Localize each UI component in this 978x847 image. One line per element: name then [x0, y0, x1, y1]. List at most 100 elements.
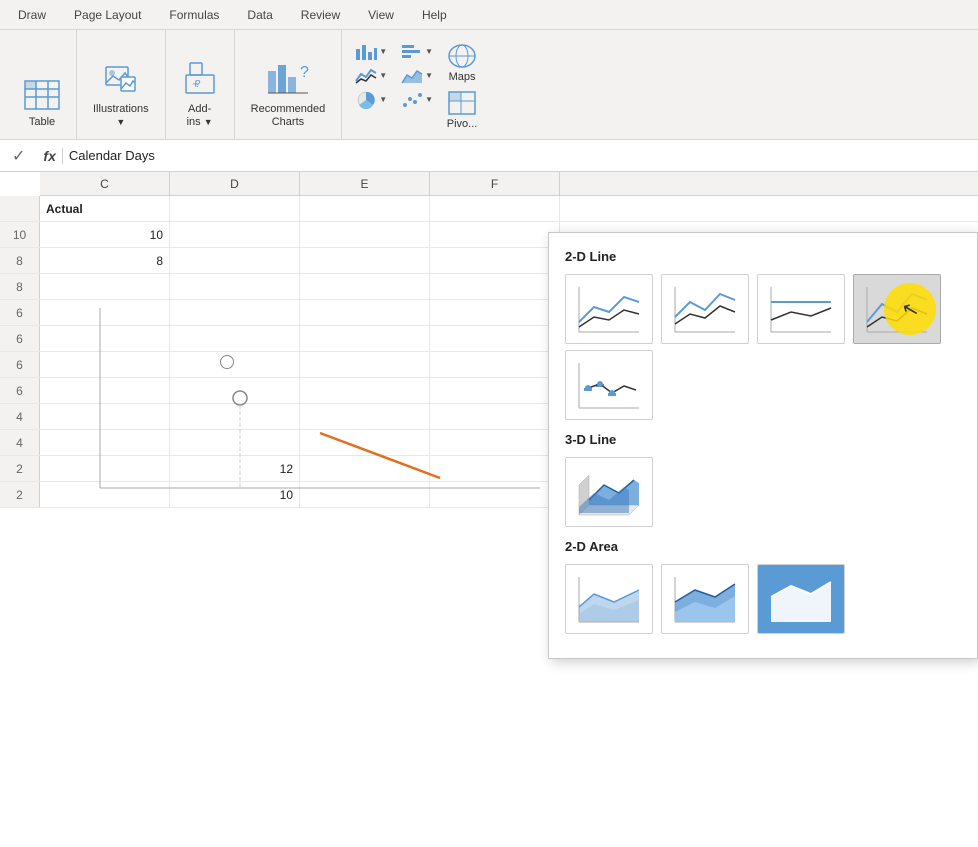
pie-chart-button[interactable]: ▼: [350, 89, 392, 111]
table-icon: [24, 80, 60, 114]
ribbon-group-add-ins: + ? Add-ins ▼: [166, 30, 235, 139]
line-3d-option[interactable]: [565, 457, 653, 527]
recommended-charts-button[interactable]: ? RecommendedCharts: [245, 57, 332, 133]
ss-cell[interactable]: [40, 274, 170, 299]
line-smooth-option[interactable]: [757, 274, 845, 344]
area-chart-button[interactable]: ▼: [396, 65, 438, 87]
ss-cell[interactable]: [430, 222, 560, 247]
row-num: 6: [0, 378, 40, 403]
ss-cell[interactable]: [40, 456, 170, 481]
ss-cell[interactable]: [430, 274, 560, 299]
ss-cell[interactable]: [170, 300, 300, 325]
ss-cell[interactable]: Actual: [40, 196, 170, 221]
row-num: 8: [0, 248, 40, 273]
formula-check[interactable]: ✓: [6, 144, 31, 168]
ss-cell[interactable]: [430, 456, 560, 481]
ss-cell[interactable]: [430, 300, 560, 325]
pie-chart-arrow: ▼: [379, 95, 387, 104]
line-cursor-option[interactable]: ↖: [853, 274, 941, 344]
bar-chart-arrow: ▼: [425, 47, 433, 56]
ss-cell[interactable]: [40, 430, 170, 455]
row-num: 6: [0, 326, 40, 351]
ss-cell[interactable]: 10: [40, 222, 170, 247]
ss-cell[interactable]: [170, 222, 300, 247]
ribbon: Table Illustrations▼: [0, 30, 978, 140]
ss-cell[interactable]: [300, 456, 430, 481]
tab-page-layout[interactable]: Page Layout: [60, 1, 155, 29]
recommended-charts-icon: ?: [266, 61, 310, 101]
formula-content[interactable]: Calendar Days: [69, 148, 972, 163]
tab-formulas[interactable]: Formulas: [155, 1, 233, 29]
col-header-e: E: [300, 172, 430, 195]
area-stacked-option[interactable]: [661, 564, 749, 634]
scatter-chart-button[interactable]: ▼: [396, 89, 438, 111]
ss-cell[interactable]: [170, 196, 300, 221]
ss-cell[interactable]: [430, 430, 560, 455]
table-row: Actual: [0, 196, 978, 222]
ss-cell[interactable]: [40, 326, 170, 351]
column-chart-arrow: ▼: [379, 47, 387, 56]
ss-cell[interactable]: [300, 378, 430, 403]
tab-view[interactable]: View: [354, 1, 408, 29]
ss-cell[interactable]: [300, 482, 430, 507]
ss-cell[interactable]: 10: [170, 482, 300, 507]
ss-cell[interactable]: [170, 274, 300, 299]
ss-cell[interactable]: [300, 326, 430, 351]
bar-chart-button[interactable]: ▼: [396, 41, 438, 63]
area-simple-option[interactable]: [565, 564, 653, 634]
table-label: Table: [29, 116, 55, 129]
tab-help[interactable]: Help: [408, 1, 461, 29]
ss-cell[interactable]: [430, 326, 560, 351]
ss-cell[interactable]: 8: [40, 248, 170, 273]
ss-cell[interactable]: [300, 274, 430, 299]
row-num: 6: [0, 352, 40, 377]
ss-cell[interactable]: [170, 352, 300, 377]
line-multi-option[interactable]: [661, 274, 749, 344]
line-stacked-option[interactable]: [565, 350, 653, 420]
column-chart-button[interactable]: ▼: [350, 41, 392, 63]
ss-cell[interactable]: [430, 404, 560, 429]
ss-cell[interactable]: [170, 326, 300, 351]
ss-cell[interactable]: [430, 196, 560, 221]
row-num: [0, 196, 40, 221]
ss-cell[interactable]: [170, 248, 300, 273]
ss-cell[interactable]: [40, 482, 170, 507]
ss-cell[interactable]: [300, 430, 430, 455]
ss-cell[interactable]: [300, 248, 430, 273]
ss-cell[interactable]: [170, 378, 300, 403]
table-button[interactable]: Table: [18, 76, 66, 133]
maps-label: Maps: [449, 71, 476, 84]
ss-cell[interactable]: [300, 300, 430, 325]
ss-cell[interactable]: [430, 378, 560, 403]
row-num: 10: [0, 222, 40, 247]
area-filled-option[interactable]: [757, 564, 845, 634]
maps-button[interactable]: Maps: [442, 41, 482, 86]
row-num: 6: [0, 300, 40, 325]
section-2d-line: 2-D Line: [565, 249, 961, 264]
tab-data[interactable]: Data: [233, 1, 286, 29]
ss-cell[interactable]: [300, 196, 430, 221]
ss-cell[interactable]: [430, 248, 560, 273]
row-num: 4: [0, 404, 40, 429]
ss-cell[interactable]: [40, 404, 170, 429]
ss-cell[interactable]: [170, 404, 300, 429]
ss-cell[interactable]: [40, 300, 170, 325]
add-ins-button[interactable]: + ? Add-ins ▼: [176, 57, 224, 133]
ss-cell[interactable]: [40, 352, 170, 377]
line-simple-option[interactable]: [565, 274, 653, 344]
ss-cell[interactable]: [300, 352, 430, 377]
ss-cell[interactable]: [40, 378, 170, 403]
ss-cell[interactable]: [430, 482, 560, 507]
col-headers: C D E F: [40, 172, 978, 196]
pivot-button[interactable]: Pivo...: [442, 88, 482, 133]
row-num: 8: [0, 274, 40, 299]
ss-cell[interactable]: [170, 430, 300, 455]
tab-draw[interactable]: Draw: [4, 1, 60, 29]
tab-review[interactable]: Review: [287, 1, 354, 29]
ss-cell[interactable]: 12: [170, 456, 300, 481]
illustrations-button[interactable]: Illustrations▼: [87, 57, 155, 133]
line-chart-button[interactable]: ▼: [350, 65, 392, 87]
ss-cell[interactable]: [300, 222, 430, 247]
ss-cell[interactable]: [430, 352, 560, 377]
ss-cell[interactable]: [300, 404, 430, 429]
